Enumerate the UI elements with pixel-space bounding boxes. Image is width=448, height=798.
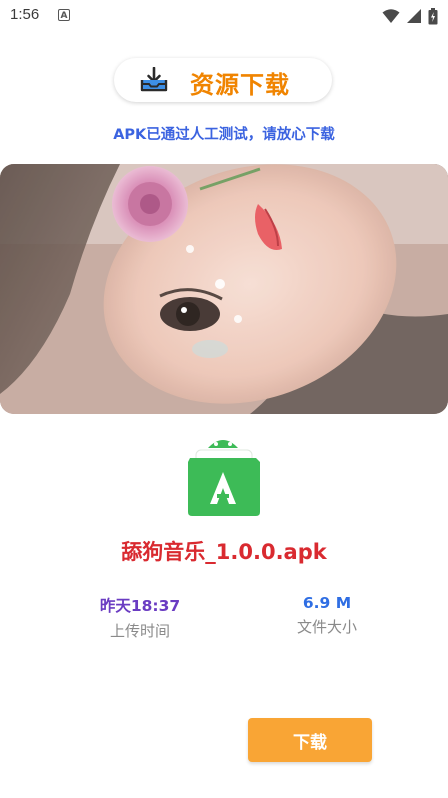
upload-time-label: 上传时间: [109, 622, 170, 640]
signal-icon: [407, 9, 421, 23]
file-size-info: 6.9 M 文件大小: [272, 594, 382, 637]
portrait-photo: [0, 164, 448, 414]
page-title: 资源下载: [190, 71, 290, 99]
upload-time-info: 昨天18:37 上传时间: [88, 594, 192, 641]
portrait-photo-banner: [0, 164, 448, 414]
battery-icon: [428, 7, 438, 24]
resource-download-header: 资源下载: [114, 58, 332, 102]
upload-time-value: 昨天18:37: [99, 597, 181, 615]
download-button[interactable]: 下载: [248, 718, 372, 762]
status-bar: 1:56 A: [0, 0, 448, 32]
app-file-name: 舔狗音乐_1.0.0.apk: [121, 540, 327, 564]
wifi-icon: [382, 9, 400, 23]
a-box-icon: A: [58, 9, 70, 21]
download-tray-icon: [140, 67, 168, 92]
android-folder-icon: [188, 440, 260, 516]
file-size-value: 6.9 M: [302, 594, 352, 612]
status-time: 1:56: [10, 6, 40, 23]
safety-notice: APK已通过人工测试，请放心下载: [113, 127, 335, 143]
status-icons: [382, 6, 438, 26]
file-size-label: 文件大小: [296, 618, 357, 636]
